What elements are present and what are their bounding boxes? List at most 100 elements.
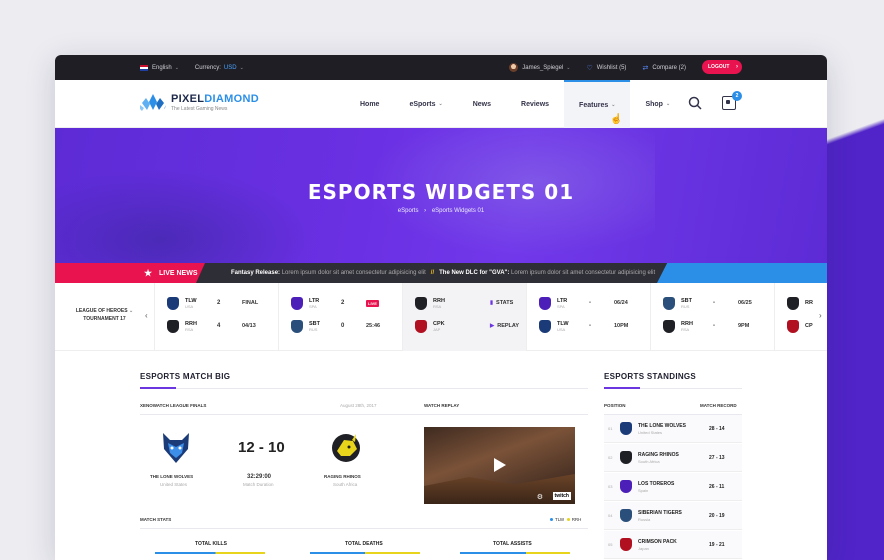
nav-item-features[interactable]: Features ⌄ ☝: [564, 80, 631, 128]
team-logo-icon: [663, 319, 675, 333]
team-logo-icon: [539, 296, 551, 310]
match-status: 9PM: [738, 323, 749, 329]
assists-bar: [460, 552, 570, 554]
position-number: 04: [608, 513, 613, 518]
site-logo[interactable]: PIXELDIAMOND The Latest Gaming News: [140, 92, 259, 112]
breadcrumb-separator: ›: [424, 208, 427, 214]
logo-name: PIXELDIAMOND: [171, 92, 259, 105]
match-status-text: STATS: [496, 300, 514, 306]
match-status: 10PM: [614, 323, 628, 329]
team-logo-icon: [291, 319, 303, 333]
team-logo-icon: [415, 296, 427, 310]
standings-title: ESPORTS STANDINGS: [604, 372, 697, 381]
team-score: -: [713, 300, 715, 306]
avatar: [509, 63, 519, 72]
standings-row[interactable]: 03 LOS TOREROS Spain 26 - 11: [604, 473, 742, 501]
ticker-content[interactable]: Fantasy Release: Lorem ipsum dolor sit a…: [231, 270, 655, 276]
match-status[interactable]: ▮ STATS: [490, 300, 513, 306]
team-country: RSA: [185, 326, 194, 332]
team-score: 0: [341, 323, 345, 329]
team-row: SBT RUS: [291, 319, 320, 333]
main-header: PIXELDIAMOND The Latest Gaming News Home…: [55, 80, 827, 128]
raging-rhinos-logo: [332, 434, 360, 462]
team-score: 2: [341, 300, 345, 306]
match-duration: 32:29:00: [247, 474, 272, 480]
username: James_Spiegel: [522, 64, 564, 71]
chevron-down-icon: ⌄: [566, 64, 571, 71]
stat-total-assists: TOTAL ASSISTS: [493, 541, 532, 547]
team-score: 2: [217, 300, 221, 306]
team-score: -: [713, 323, 715, 329]
team-row: SBT RUS: [663, 296, 692, 310]
match-status[interactable]: ▶ REPLAY: [490, 323, 519, 329]
team1-name: THE LONE WOLVES: [150, 474, 194, 479]
match-card[interactable]: TLW USA 2 FINAL RRH RSA 4 04/13: [155, 283, 279, 351]
team-logo-icon: [620, 538, 632, 551]
scores-strip: LEAGUE OF HEROES ⌄ TOURNAMENT 17 ‹ › TLW…: [55, 283, 827, 351]
search-icon[interactable]: [688, 96, 702, 110]
team-country: RSA: [433, 303, 442, 309]
team-country: United States: [638, 430, 663, 435]
standings-row[interactable]: 05 CRIMSON PACK Japan 19 - 21: [604, 531, 742, 559]
live-news-label: ★ LIVE NEWS: [55, 263, 205, 283]
title-underline: [604, 387, 640, 389]
top-bar: English ⌄ Currency: USD ⌄ James_Spiegel …: [55, 55, 827, 80]
match-status: 06/25: [738, 300, 752, 306]
team-abbr: CPK: [433, 320, 445, 327]
match-record: 20 - 19: [709, 513, 725, 519]
league-selector[interactable]: LEAGUE OF HEROES ⌄ TOURNAMENT 17: [55, 283, 155, 351]
position-number: 05: [608, 542, 613, 547]
team-country: Spain: [638, 488, 649, 493]
team-name: CRIMSON PACK: [638, 539, 677, 545]
logout-button[interactable]: LOGOUT ›: [702, 60, 742, 74]
match-record: 19 - 21: [709, 542, 725, 548]
replay-icon: ▶: [490, 323, 495, 329]
currency-selector[interactable]: Currency: USD ⌄: [195, 65, 244, 71]
replay-video[interactable]: ⚙ twitch: [424, 427, 575, 504]
wishlist-link[interactable]: ♡ Wishlist (5): [586, 64, 626, 72]
team-abbr: TLW: [557, 320, 569, 327]
team-row: CPK JAP: [415, 319, 445, 333]
chevron-left-icon[interactable]: ‹: [145, 311, 148, 320]
hand-cursor-icon: ☝: [610, 114, 623, 125]
breadcrumb-esports[interactable]: eSports: [398, 208, 419, 214]
chevron-down-icon: ⌄: [611, 102, 616, 108]
team-country: JAP: [433, 326, 441, 332]
breadcrumb-current: eSports Widgets 01: [431, 208, 485, 214]
chevron-down-icon: ⌄: [128, 308, 134, 314]
match-card[interactable]: LTR SPA 2 LIVE SBT RUS 0 25:46: [279, 283, 403, 351]
standings-row[interactable]: 02 RAGING RHINOS South Africa 27 - 13: [604, 444, 742, 472]
nav-item-news[interactable]: News: [458, 80, 506, 128]
team-logo-icon: [167, 296, 179, 310]
match-card[interactable]: SBT RUS - 06/25 RRH RSA - 9PM: [651, 283, 775, 351]
gear-icon[interactable]: ⚙: [537, 493, 543, 501]
chevron-down-icon: ⌄: [239, 64, 244, 71]
standings-row[interactable]: 01 THE LONE WOLVES United States 28 - 14: [604, 415, 742, 443]
team-logo-icon: [539, 319, 551, 333]
nav-item-home[interactable]: Home: [345, 80, 394, 128]
compare-link[interactable]: ⇄ Compare (2): [642, 64, 686, 72]
play-icon[interactable]: [494, 458, 506, 472]
match-card[interactable]: RR CP: [775, 283, 827, 351]
divider: [140, 528, 588, 529]
nav-item-shop[interactable]: Shop ⌄: [630, 80, 685, 128]
language-selector[interactable]: English ⌄: [140, 64, 179, 71]
col-position: POSITION: [604, 403, 626, 408]
match-status: 06/24: [614, 300, 628, 306]
match-card[interactable]: LTR SPA - 06/24 TLW USA - 10PM: [527, 283, 651, 351]
user-menu[interactable]: James_Spiegel ⌄: [509, 63, 570, 72]
team-row: RRH RSA: [663, 319, 693, 333]
team-row: TLW USA: [539, 319, 569, 333]
team-row: RRH RSA: [167, 319, 197, 333]
team-row: LTR SPA: [539, 296, 567, 310]
star-icon: ★: [144, 267, 153, 278]
stats-icon: ▮: [490, 300, 494, 306]
team-row: TLW USA: [167, 296, 197, 310]
nav-item-esports[interactable]: eSports ⌄: [394, 80, 457, 128]
match-card[interactable]: RRH RSA ▮ STATS CPK JAP ▶ REPLAY: [403, 283, 527, 351]
nav-item-reviews[interactable]: Reviews: [506, 80, 564, 128]
main-content: ESPORTS MATCH BIG XENOWATCH LEAGUE FINAL…: [55, 351, 827, 560]
match-stats-label: MATCH STATS: [140, 517, 172, 522]
standings-row[interactable]: 04 SIBERIAN TIGERS Russia 20 - 19: [604, 502, 742, 530]
live-news-ticker: ★ LIVE NEWS Fantasy Release: Lorem ipsum…: [55, 263, 827, 283]
